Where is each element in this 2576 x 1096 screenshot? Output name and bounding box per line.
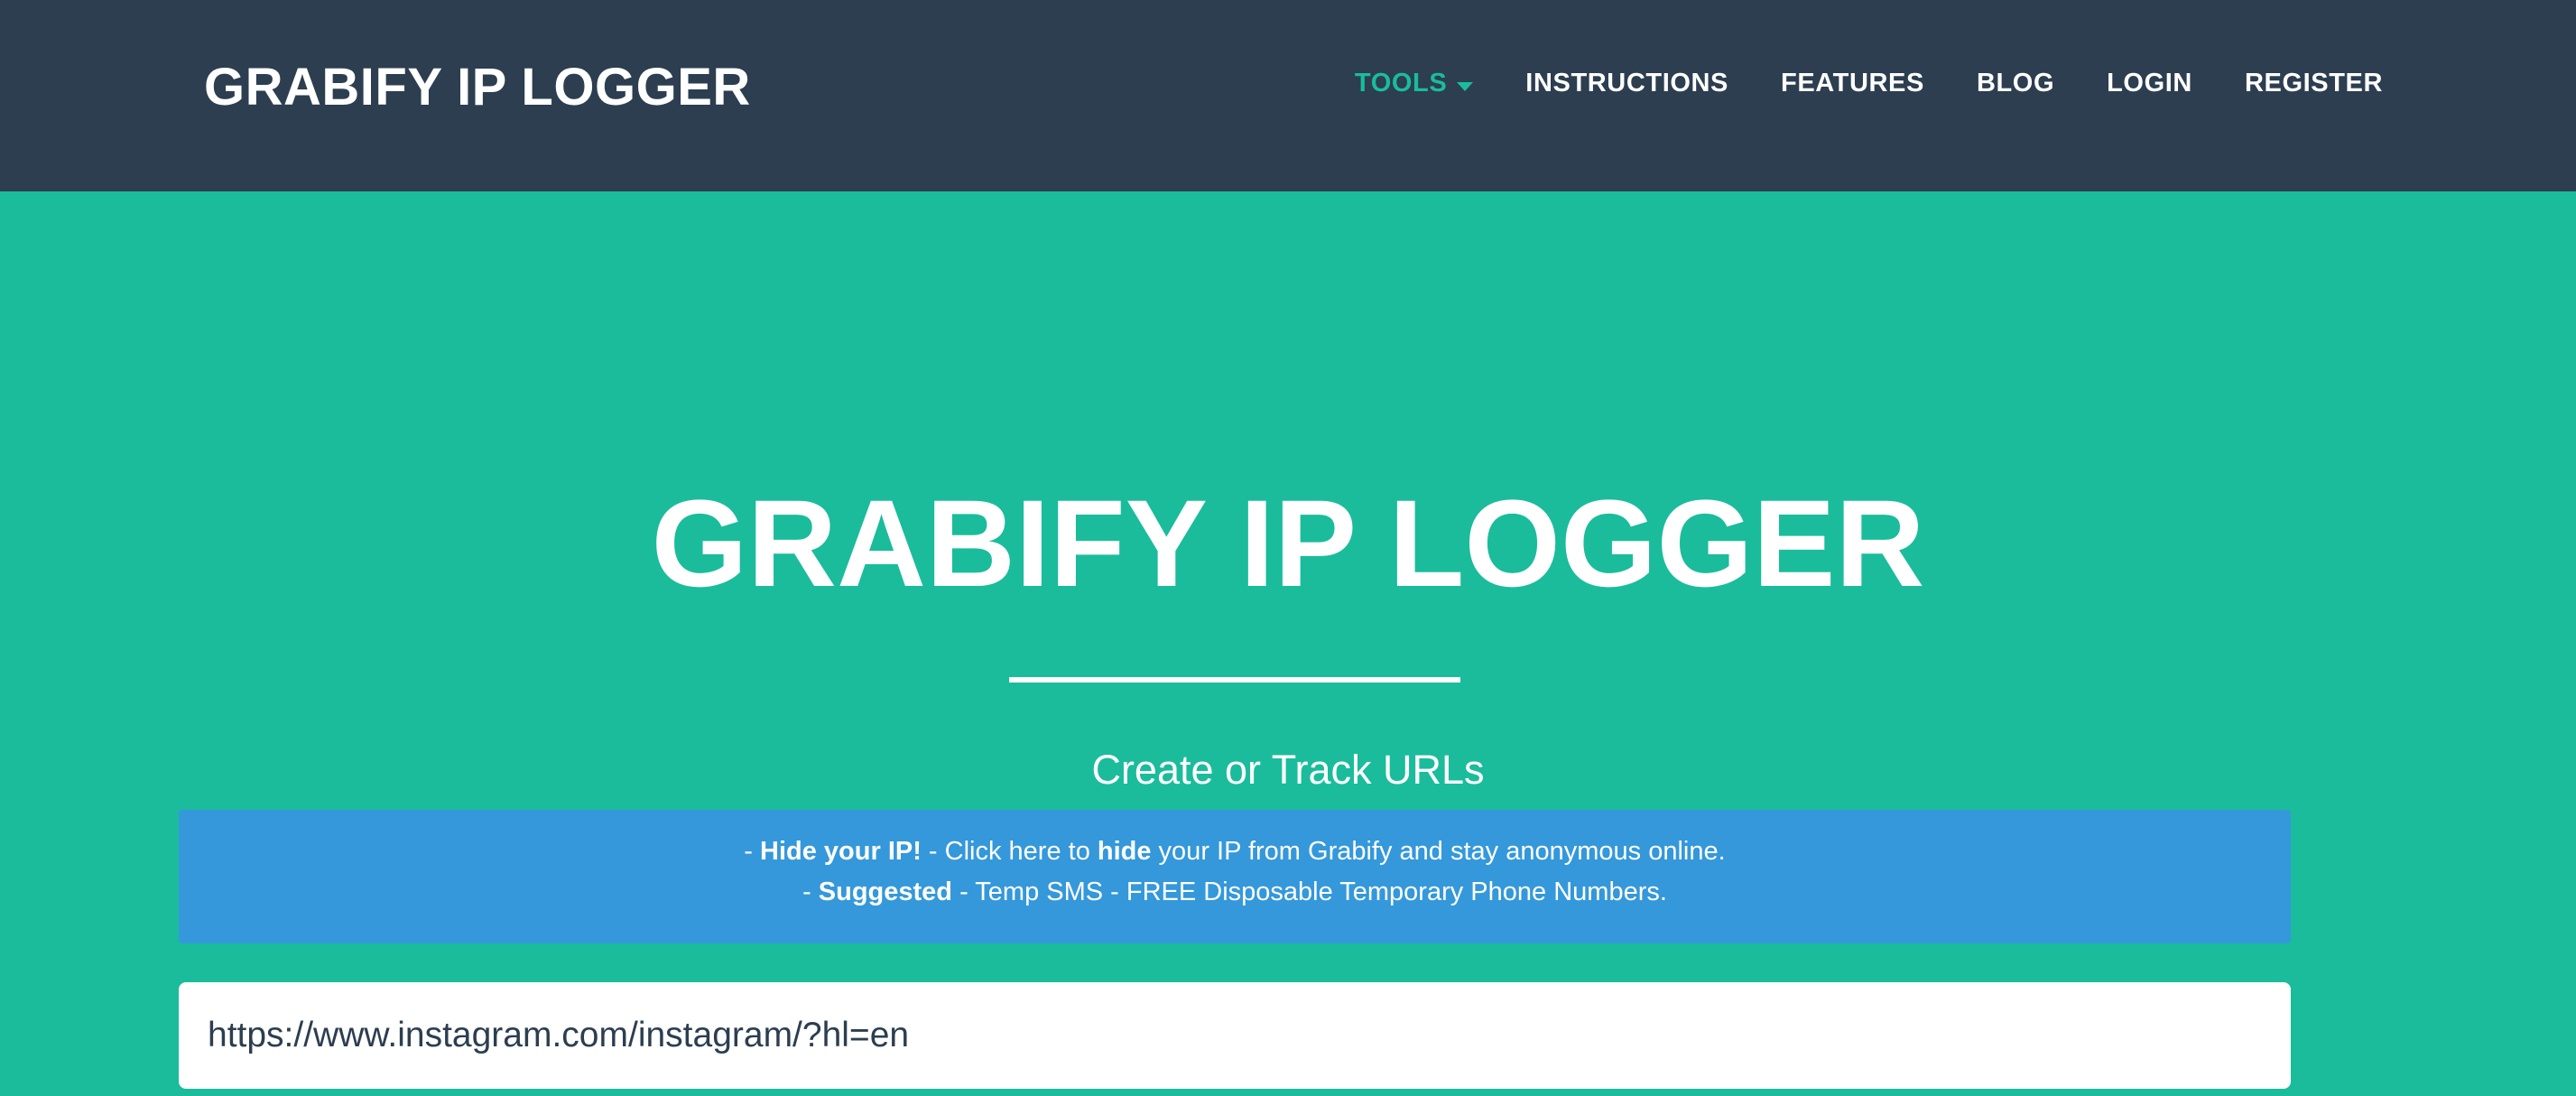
title-divider [1009,677,1460,683]
header-inner: GRABIFY IP LOGGER TOOLS INSTRUCTIONS FEA… [0,0,2576,191]
banner-line2-tail: - Temp SMS - FREE Disposable Temporary P… [952,878,1667,906]
banner-line-suggested: - Suggested - Temp SMS - FREE Disposable… [179,872,2291,913]
banner-line2-bold-lead[interactable]: Suggested [819,878,952,906]
hero-section: GRABIFY IP LOGGER Create or Track URLs -… [0,191,2576,1096]
site-header: GRABIFY IP LOGGER TOOLS INSTRUCTIONS FEA… [0,0,2576,191]
chevron-down-icon [1457,81,1474,91]
nav-item-instructions[interactable]: INSTRUCTIONS [1525,70,1728,97]
nav-link-tools[interactable]: TOOLS [1355,70,1447,97]
banner-line1-mid: - Click here to [921,837,1098,866]
brand-logo[interactable]: GRABIFY IP LOGGER [204,61,751,114]
banner-line1-prefix: - [744,837,761,866]
nav-link-features[interactable]: FEATURES [1781,70,1924,97]
banner-line-hide-ip: - Hide your IP! - Click here to hide you… [179,831,2291,872]
nav-link-login[interactable]: LOGIN [2107,70,2192,97]
nav-item-features[interactable]: FEATURES [1781,70,1924,97]
main-navigation: TOOLS INSTRUCTIONS FEATURES BLOG LOGIN R… [1355,70,2383,97]
nav-link-instructions[interactable]: INSTRUCTIONS [1525,70,1728,97]
page-root: GRABIFY IP LOGGER TOOLS INSTRUCTIONS FEA… [0,0,2576,1096]
nav-item-blog[interactable]: BLOG [1977,70,2054,97]
url-input[interactable] [179,982,2291,1089]
page-title: GRABIFY IP LOGGER [651,475,1925,613]
banner-line1-tail: your IP from Grabify and stay anonymous … [1151,837,1726,866]
nav-item-tools[interactable]: TOOLS [1355,70,1474,97]
nav-link-register[interactable]: REGISTER [2245,70,2383,97]
nav-item-login[interactable]: LOGIN [2107,70,2192,97]
nav-item-register[interactable]: REGISTER [2245,70,2383,97]
info-banner: - Hide your IP! - Click here to hide you… [179,810,2291,943]
nav-link-blog[interactable]: BLOG [1977,70,2054,97]
banner-line2-prefix: - [802,878,819,906]
banner-line1-bold-inline: hide [1097,837,1152,866]
banner-line1-bold-lead[interactable]: Hide your IP! [760,837,922,866]
hero-subtitle: Create or Track URLs [1091,747,1485,793]
